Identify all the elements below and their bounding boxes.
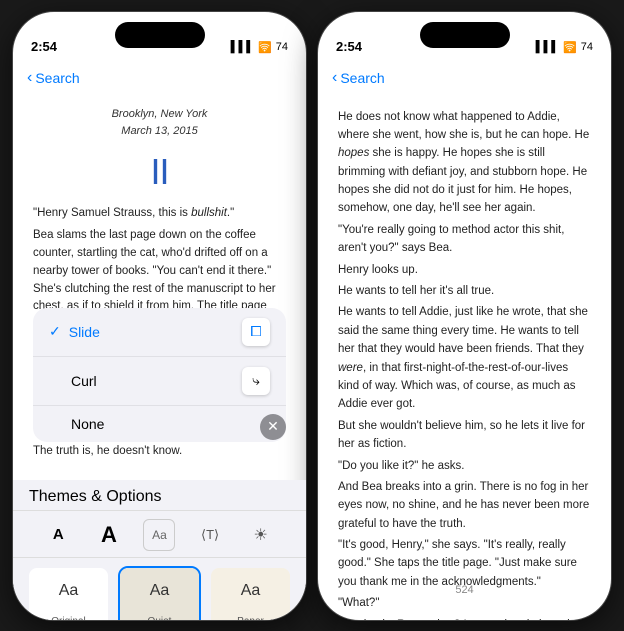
signal-icon-2: ▌▌▌: [536, 41, 559, 53]
p2-3: Henry looks up.: [338, 261, 591, 279]
p2-2: "You're really going to method actor thi…: [338, 221, 591, 258]
theme-paper[interactable]: Aa Paper: [209, 566, 292, 621]
brightness-button[interactable]: ☀: [245, 519, 277, 551]
nav-bar-2: ‹ Search: [318, 60, 611, 96]
theme-original[interactable]: Aa Original: [27, 566, 110, 621]
phone-1: 2:54 ▌▌▌ 🛜 74 ‹ Search Brooklyn, New Yor…: [12, 11, 307, 621]
curl-icon: ⤷: [242, 367, 270, 395]
status-icons-1: ▌▌▌ 🛜 74: [231, 41, 288, 54]
chevron-left-icon-2: ‹: [332, 69, 337, 87]
transition-slide[interactable]: ✓ Slide ⧠: [33, 308, 286, 357]
font-style-button[interactable]: ⟨T⟩: [194, 519, 226, 551]
page-number: 524: [455, 582, 473, 600]
theme-quiet[interactable]: Aa Quiet: [118, 566, 201, 621]
back-label-2: Search: [340, 70, 384, 86]
theme-grid: Aa Original Aa Quiet Aa Paper Aa Bold Aa: [13, 558, 306, 621]
check-icon: ✓: [49, 323, 61, 340]
status-time-1: 2:54: [31, 39, 57, 54]
theme-original-label: Original: [29, 614, 108, 621]
font-large-button[interactable]: A: [93, 519, 125, 551]
none-label: None: [71, 416, 104, 432]
themes-title: Themes & Options: [29, 488, 162, 505]
close-icon: ✕: [267, 418, 279, 435]
theme-quiet-label: Quiet: [120, 614, 199, 621]
book-para-7: The truth is, he doesn't know.: [33, 443, 286, 461]
p2-6: But she wouldn't believe him, so he lets…: [338, 417, 591, 454]
theme-paper-box: Aa: [211, 568, 290, 614]
dynamic-island: [115, 22, 205, 48]
back-label-1: Search: [35, 70, 79, 86]
p2-8: And Bea breaks into a grin. There is no …: [338, 478, 591, 533]
slide-icon: ⧠: [242, 318, 270, 346]
p2-1: He does not know what happened to Addie,…: [338, 108, 591, 218]
battery-icon-2: 74: [581, 41, 593, 53]
book-para-1: "Henry Samuel Strauss, this is bullshit.…: [33, 205, 286, 223]
slide-label: Slide: [69, 324, 100, 340]
close-button[interactable]: ✕: [260, 414, 286, 440]
p2-4: He wants to tell her it's all true.: [338, 282, 591, 300]
themes-header: Themes & Options: [13, 480, 306, 511]
back-button-2[interactable]: ‹ Search: [332, 69, 385, 87]
p2-7: "Do you like it?" he asks.: [338, 457, 591, 475]
curl-label: Curl: [71, 373, 97, 389]
transition-none[interactable]: None: [33, 406, 286, 442]
theme-quiet-box: Aa: [120, 568, 199, 614]
wifi-icon-1: 🛜: [258, 41, 272, 54]
status-time-2: 2:54: [336, 39, 362, 54]
theme-original-box: Aa: [29, 568, 108, 614]
p2-5: He wants to tell Addie, just like he wro…: [338, 303, 591, 413]
p2-11: "My thesis. Remember? I wanted to do it …: [338, 616, 591, 620]
phones-container: 2:54 ▌▌▌ 🛜 74 ‹ Search Brooklyn, New Yor…: [12, 11, 612, 621]
dynamic-island-2: [420, 22, 510, 48]
battery-icon-1: 74: [276, 41, 288, 53]
back-button-1[interactable]: ‹ Search: [27, 69, 80, 87]
book-content-2: He does not know what happened to Addie,…: [318, 96, 611, 620]
signal-icon-1: ▌▌▌: [231, 41, 254, 53]
font-type-button[interactable]: Aa: [143, 519, 175, 551]
theme-paper-label: Paper: [211, 614, 290, 621]
chevron-left-icon-1: ‹: [27, 69, 32, 87]
wifi-icon-2: 🛜: [563, 41, 577, 54]
font-controls: A A Aa ⟨T⟩ ☀: [13, 511, 306, 558]
transition-curl[interactable]: Curl ⤷: [33, 357, 286, 406]
book-chapter: II: [33, 144, 286, 200]
nav-bar-1: ‹ Search: [13, 60, 306, 96]
transition-panel: ✓ Slide ⧠ Curl ⤷ None: [33, 308, 286, 442]
font-small-button[interactable]: A: [42, 519, 74, 551]
bottom-toolbar: Themes & Options A A Aa ⟨T⟩ ☀ Aa Origina…: [13, 480, 306, 620]
status-icons-2: ▌▌▌ 🛜 74: [536, 41, 593, 54]
book-location: Brooklyn, New York March 13, 2015: [33, 106, 286, 140]
phone-2: 2:54 ▌▌▌ 🛜 74 ‹ Search He does not know …: [317, 11, 612, 621]
